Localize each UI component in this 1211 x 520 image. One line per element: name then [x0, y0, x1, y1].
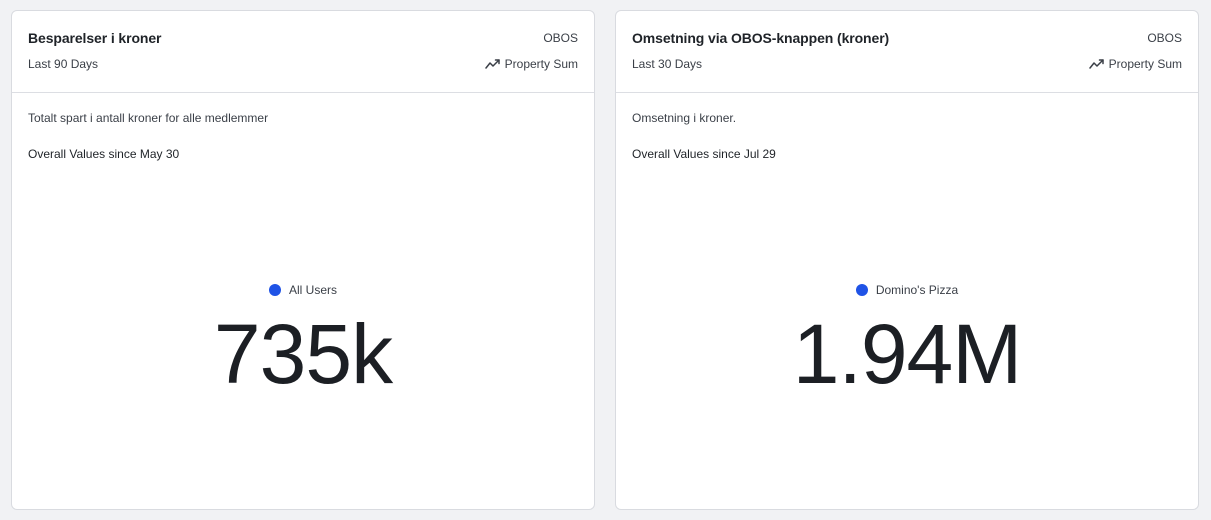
card-since-text: Overall Values since May 30 — [28, 147, 180, 161]
card-title[interactable]: Omsetning via OBOS-knappen (kroner) — [632, 30, 889, 46]
card-metric-type: Property Sum — [1088, 57, 1182, 71]
report-card-savings[interactable]: Besparelser i kroner OBOS Last 90 Days P… — [11, 10, 595, 510]
card-metric-label: Property Sum — [1108, 57, 1182, 71]
series-color-dot — [855, 284, 868, 296]
series-color-dot — [268, 284, 281, 296]
card-header: Besparelser i kroner OBOS Last 90 Days P… — [12, 11, 594, 93]
series-name: Domino's Pizza — [875, 283, 959, 297]
card-body: Totalt spart i antall kroner for alle me… — [12, 93, 594, 510]
card-title[interactable]: Besparelser i kroner — [28, 30, 162, 46]
trend-line-icon — [484, 58, 500, 70]
card-project-label: OBOS — [543, 31, 578, 45]
card-description: Totalt spart i antall kroner for alle me… — [28, 111, 269, 125]
card-project-label: OBOS — [1147, 31, 1182, 45]
card-header: Omsetning via OBOS-knappen (kroner) OBOS… — [616, 11, 1198, 93]
series-name: All Users — [288, 283, 337, 297]
card-since-text: Overall Values since Jul 29 — [632, 147, 776, 161]
card-description: Omsetning i kroner. — [632, 111, 737, 125]
metric-value: 735k — [213, 307, 393, 401]
card-date-range: Last 90 Days — [28, 57, 99, 71]
card-metric-label: Property Sum — [504, 57, 578, 71]
card-date-range: Last 30 Days — [632, 57, 703, 71]
card-body: Omsetning i kroner. Overall Values since… — [616, 93, 1198, 510]
trend-line-icon — [1088, 58, 1104, 70]
dashboard-grid: Besparelser i kroner OBOS Last 90 Days P… — [0, 0, 1211, 520]
metric-value: 1.94M — [792, 307, 1022, 401]
card-metric-type: Property Sum — [484, 57, 578, 71]
report-card-revenue[interactable]: Omsetning via OBOS-knappen (kroner) OBOS… — [615, 10, 1199, 510]
series-legend: All Users — [12, 283, 594, 297]
series-legend: Domino's Pizza — [616, 283, 1198, 297]
